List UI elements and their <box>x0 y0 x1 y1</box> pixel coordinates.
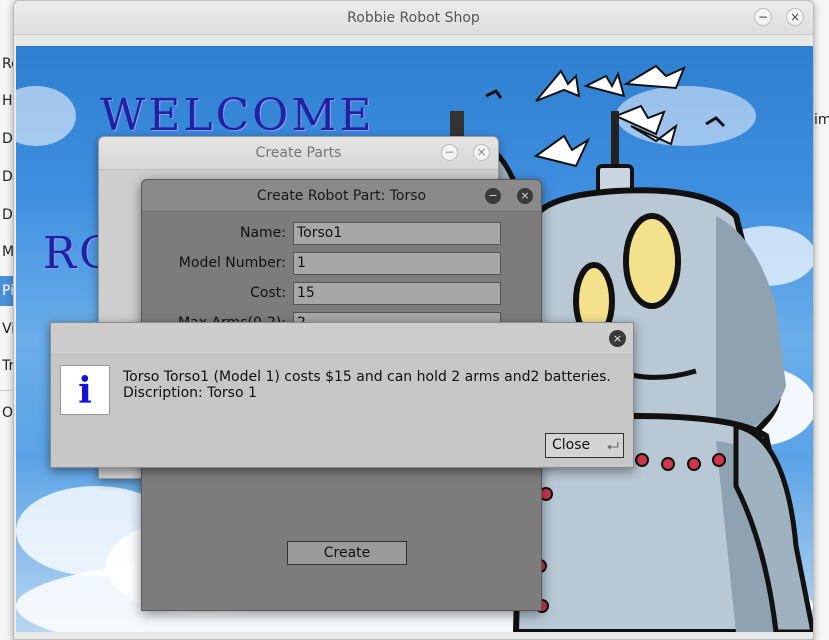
info-icon-glyph: i <box>78 370 92 412</box>
close-button[interactable]: × <box>473 144 490 161</box>
create-parts-title: Create Parts <box>255 145 342 161</box>
message-dialog: × i Torso Torso1 (Model 1) costs $15 and… <box>50 322 634 468</box>
main-titlebar[interactable]: Robbie Robot Shop − × <box>14 1 813 35</box>
minimize-button[interactable]: − <box>485 188 501 204</box>
background-divider <box>0 390 14 391</box>
message-text: Torso Torso1 (Model 1) costs $15 and can… <box>123 369 628 401</box>
cost-label: Cost: <box>250 285 286 301</box>
background-list-item-selected[interactable]: Pi <box>0 276 14 306</box>
info-icon: i <box>60 365 110 415</box>
name-field[interactable]: Torso1 <box>293 222 501 245</box>
screen: Re H D D D M Pi Vi Tr O im Robbie Robot … <box>0 0 829 640</box>
model-number-field[interactable]: 1 <box>293 252 501 275</box>
message-dialog-titlebar[interactable]: × <box>51 323 633 355</box>
minimize-button[interactable]: − <box>441 144 458 161</box>
background-list: Re H D D D M Pi Vi Tr O <box>0 40 14 640</box>
create-torso-title: Create Robot Part: Torso <box>256 188 427 204</box>
create-button[interactable]: Create <box>287 541 407 565</box>
name-label: Name: <box>239 225 286 241</box>
close-dialog-label: Close <box>552 437 591 453</box>
message-line: Discription: Torso 1 <box>123 385 257 401</box>
model-number-label: Model Number: <box>178 255 286 271</box>
create-parts-titlebar[interactable]: Create Parts − × <box>99 137 498 170</box>
close-button[interactable]: × <box>609 330 626 347</box>
create-torso-titlebar[interactable]: Create Robot Part: Torso − × <box>142 180 541 212</box>
cost-field[interactable]: 15 <box>293 282 501 305</box>
background-right-text: im <box>814 112 829 128</box>
close-dialog-button[interactable]: Close ⮠ <box>545 433 624 458</box>
message-line: Torso Torso1 (Model 1) costs $15 and can… <box>123 369 611 385</box>
enter-key-icon: ⮠ <box>606 437 619 455</box>
close-button[interactable]: × <box>517 188 533 204</box>
minimize-button[interactable]: − <box>754 8 772 26</box>
close-button[interactable]: × <box>786 8 804 26</box>
window-title: Robbie Robot Shop <box>347 10 480 26</box>
